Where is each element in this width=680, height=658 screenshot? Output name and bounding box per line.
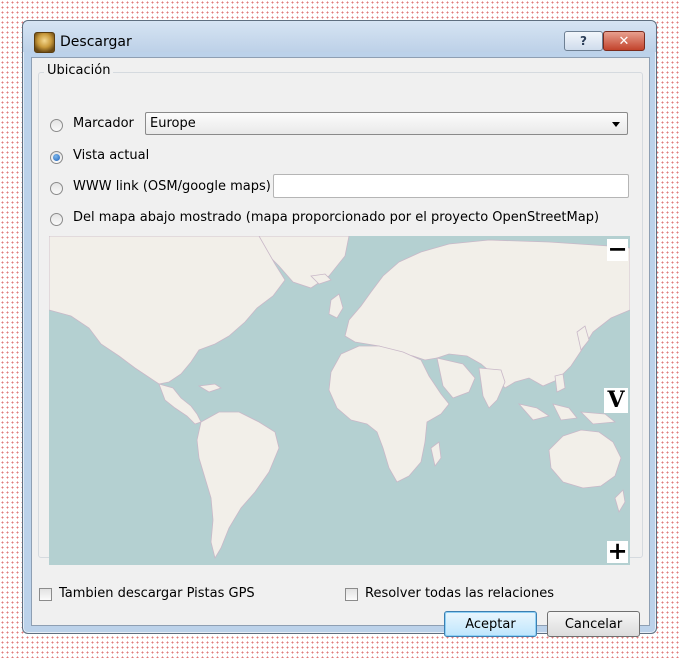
www-link-radio-label[interactable]: WWW link (OSM/google maps) — [73, 179, 271, 194]
app-icon — [34, 32, 55, 53]
bookmark-select-value: Europe — [150, 116, 196, 131]
dialog-body: Ubicación Marcador Europe Vista actual W… — [31, 57, 650, 637]
bookmark-radio[interactable] — [50, 119, 63, 132]
cancel-button[interactable]: Cancelar — [547, 611, 640, 637]
dialog-title: Descargar — [60, 34, 132, 50]
world-map[interactable]: − V + — [49, 236, 630, 565]
chevron-down-icon — [612, 122, 620, 127]
layer-switch-button[interactable]: V — [604, 388, 628, 413]
zoom-in-button[interactable]: + — [607, 539, 628, 563]
location-group-title: Ubicación — [44, 63, 114, 78]
bookmark-radio-label[interactable]: Marcador — [73, 116, 134, 131]
current-view-radio[interactable] — [50, 151, 63, 164]
current-view-radio-label[interactable]: Vista actual — [73, 148, 149, 163]
world-map-tiles — [49, 236, 630, 560]
accept-button[interactable]: Aceptar — [444, 611, 537, 637]
www-link-radio[interactable] — [50, 182, 63, 195]
map-select-radio-label[interactable]: Del mapa abajo mostrado (mapa proporcion… — [73, 210, 599, 225]
bookmark-select[interactable]: Europe — [145, 112, 628, 135]
map-select-radio[interactable] — [50, 213, 63, 226]
help-button[interactable]: ? — [564, 31, 603, 51]
download-dialog: Descargar ? ✕ Ubicación Marcador Europe … — [22, 20, 657, 637]
resolve-relations-checkbox[interactable] — [345, 588, 358, 601]
resolve-relations-label[interactable]: Resolver todas las relaciones — [365, 586, 554, 601]
zoom-out-button[interactable]: − — [607, 237, 628, 261]
www-link-input[interactable] — [273, 174, 629, 198]
gps-tracks-label[interactable]: Tambien descargar Pistas GPS — [59, 586, 255, 601]
gps-tracks-checkbox[interactable] — [39, 588, 52, 601]
title-bar[interactable]: Descargar ? ✕ — [23, 21, 656, 53]
close-button[interactable]: ✕ — [603, 31, 645, 51]
